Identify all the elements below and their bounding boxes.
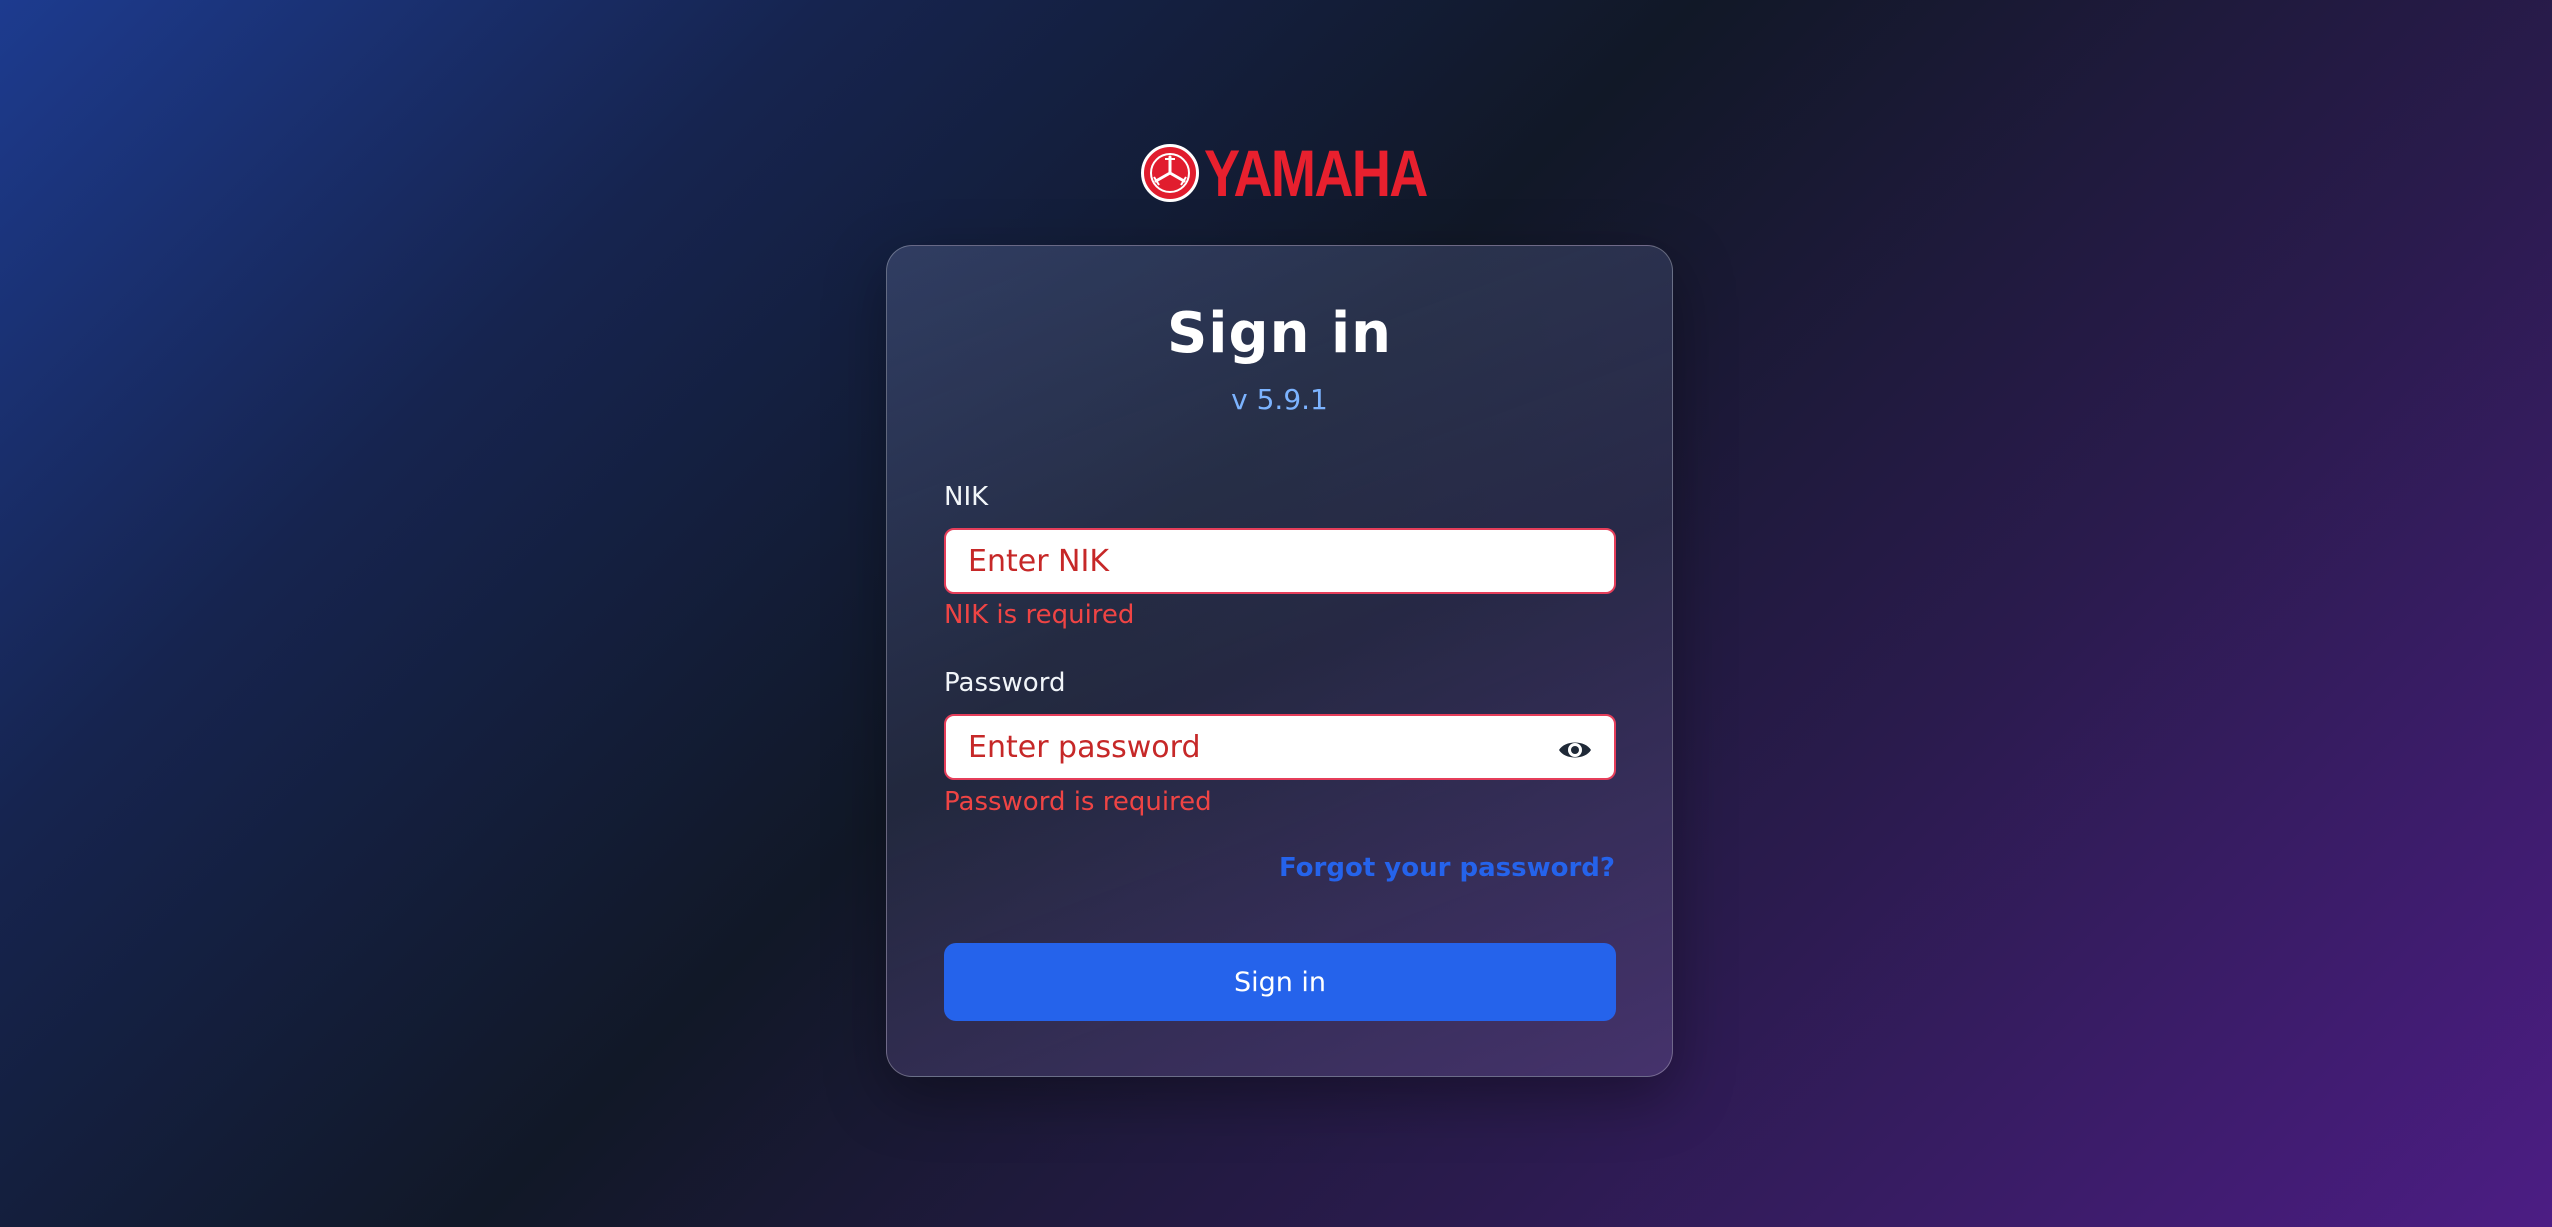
brand-logo-text: YAMAHA <box>1204 136 1428 210</box>
signin-card: Sign in v 5.9.1 NIK NIK is required Pass… <box>886 245 1673 1077</box>
version-label: v 5.9.1 <box>1231 383 1328 416</box>
yamaha-emblem-icon <box>1141 144 1199 202</box>
password-label: Password <box>944 668 1066 698</box>
nik-input[interactable] <box>944 528 1616 594</box>
eye-icon[interactable] <box>1557 737 1593 763</box>
nik-error: NIK is required <box>944 600 1135 630</box>
password-input[interactable] <box>944 714 1616 780</box>
page-title: Sign in <box>1166 301 1393 366</box>
brand-logo: YAMAHA <box>1141 136 1476 210</box>
forgot-password-link[interactable]: Forgot your password? <box>1279 853 1615 883</box>
nik-label: NIK <box>944 482 989 512</box>
password-error: Password is required <box>944 787 1212 817</box>
sign-in-button[interactable]: Sign in <box>944 943 1616 1021</box>
